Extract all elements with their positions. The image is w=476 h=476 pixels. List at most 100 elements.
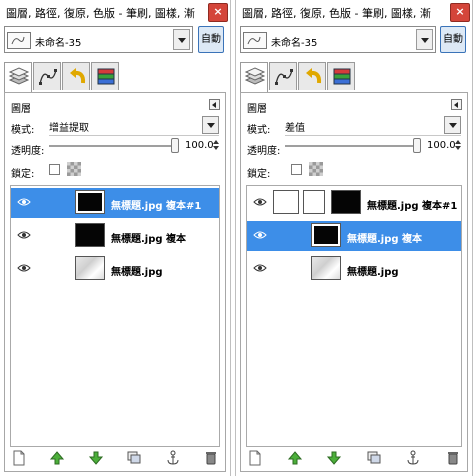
- title-bar[interactable]: 圖層, 路徑, 復原, 色版 - 筆刷, 圖樣, 漸 ×: [238, 2, 470, 22]
- channels-icon: [97, 68, 115, 85]
- layer-thumbnail[interactable]: [311, 256, 341, 280]
- opacity-slider-handle[interactable]: [171, 138, 179, 153]
- paths-icon: [39, 69, 57, 85]
- layers-panel: 圖層 模式: 差值 透明度: 100.0 鎖定: 無標題.jpg 複本#1 無標題…: [240, 92, 468, 472]
- mode-value: 增益提取: [49, 123, 89, 134]
- panel-title: 圖層: [247, 104, 267, 115]
- layer-thumbnail[interactable]: [331, 190, 361, 214]
- layer-thumbnail[interactable]: [75, 256, 105, 280]
- opacity-label: 透明度:: [247, 146, 281, 157]
- layer-thumbnail[interactable]: [75, 190, 105, 214]
- mode-select[interactable]: 增益提取: [49, 116, 219, 136]
- opacity-spin-button[interactable]: [455, 138, 461, 152]
- tab-layers[interactable]: [4, 62, 32, 92]
- opacity-slider[interactable]: [285, 138, 421, 153]
- undo-icon: [70, 68, 86, 84]
- panel-title: 圖層: [11, 104, 31, 115]
- duplicate-layer-icon[interactable]: [126, 450, 142, 466]
- new-layer-icon[interactable]: [11, 450, 27, 466]
- layer-name[interactable]: 無標題.jpg: [111, 263, 163, 278]
- tab-undo-history[interactable]: [62, 62, 90, 90]
- visibility-eye-icon[interactable]: [253, 230, 267, 240]
- opacity-value[interactable]: 100.0: [185, 140, 214, 151]
- layer-row[interactable]: 無標題.jpg: [247, 254, 461, 284]
- duplicate-layer-icon[interactable]: [366, 450, 382, 466]
- layer-name[interactable]: 無標題.jpg 複本#1: [367, 197, 457, 212]
- visibility-eye-icon[interactable]: [17, 263, 31, 273]
- visibility-eye-icon[interactable]: [253, 263, 267, 273]
- tab-channels[interactable]: [91, 62, 119, 90]
- image-dropdown-button[interactable]: [173, 29, 190, 50]
- layer-name[interactable]: 無標題.jpg 複本: [111, 230, 186, 245]
- layer-name[interactable]: 無標題.jpg 複本#1: [111, 197, 201, 212]
- layers-list: 無標題.jpg 複本#1 無標題.jpg 複本 無標題.jpg: [10, 185, 220, 447]
- lock-checkbox[interactable]: [291, 164, 302, 175]
- layers-list: 無標題.jpg 複本#1 無標題.jpg 複本 無標題.jpg: [246, 185, 462, 447]
- visibility-eye-icon[interactable]: [253, 197, 267, 207]
- mode-select[interactable]: 差值: [285, 116, 461, 136]
- tab-channels[interactable]: [327, 62, 355, 90]
- lower-layer-icon[interactable]: [88, 450, 104, 466]
- opacity-slider-handle[interactable]: [413, 138, 421, 153]
- raise-layer-icon[interactable]: [49, 450, 65, 466]
- layer-name[interactable]: 無標題.jpg: [347, 263, 399, 278]
- lock-alpha-icon[interactable]: [67, 162, 81, 176]
- layers-dialog-right: 圖層, 路徑, 復原, 色版 - 筆刷, 圖樣, 漸 × 未命名-35 自動 圖…: [235, 0, 473, 476]
- tab-layers[interactable]: [240, 62, 268, 92]
- layer-thumbnail[interactable]: [75, 223, 105, 247]
- opacity-slider[interactable]: [49, 138, 179, 153]
- close-button[interactable]: ×: [450, 3, 470, 22]
- channels-icon: [333, 68, 351, 85]
- layer-chain-icon[interactable]: [273, 190, 299, 214]
- visibility-eye-icon[interactable]: [17, 230, 31, 240]
- visibility-eye-icon[interactable]: [17, 197, 31, 207]
- tab-paths[interactable]: [33, 62, 61, 90]
- lock-label: 鎖定:: [247, 169, 271, 180]
- image-name: 未命名-35: [271, 38, 318, 49]
- layer-row[interactable]: 無標題.jpg 複本: [11, 221, 219, 251]
- layer-name[interactable]: 無標題.jpg 複本: [347, 230, 422, 245]
- lock-alpha-icon[interactable]: [309, 162, 323, 176]
- close-button[interactable]: ×: [208, 3, 228, 22]
- layer-actions-bar: [247, 450, 461, 468]
- layers-icon: [244, 67, 266, 85]
- new-layer-icon[interactable]: [247, 450, 263, 466]
- title-bar[interactable]: 圖層, 路徑, 復原, 色版 - 筆刷, 圖樣, 漸 ×: [2, 2, 228, 22]
- opacity-label: 透明度:: [11, 146, 45, 157]
- lower-layer-icon[interactable]: [326, 450, 342, 466]
- layer-thumbnail[interactable]: [311, 223, 341, 247]
- mode-label: 模式:: [11, 125, 35, 136]
- layers-icon: [8, 67, 30, 85]
- layer-row[interactable]: 無標題.jpg 複本: [247, 221, 461, 251]
- layer-row[interactable]: 無標題.jpg 複本#1: [11, 188, 219, 218]
- auto-button[interactable]: 自動: [198, 26, 224, 53]
- mode-label: 模式:: [247, 125, 271, 136]
- layer-row[interactable]: 無標題.jpg: [11, 254, 219, 284]
- delete-layer-icon[interactable]: [203, 450, 219, 466]
- panel-menu-button[interactable]: [209, 99, 220, 110]
- mode-dropdown-button[interactable]: [202, 116, 219, 134]
- anchor-layer-icon[interactable]: [405, 450, 421, 466]
- auto-button[interactable]: 自動: [440, 26, 466, 53]
- mode-dropdown-button[interactable]: [444, 116, 461, 134]
- tab-undo-history[interactable]: [298, 62, 326, 90]
- panel-menu-button[interactable]: [451, 99, 462, 110]
- image-thumbnail: [7, 32, 31, 49]
- anchor-layer-icon[interactable]: [165, 450, 181, 466]
- layer-row[interactable]: 無標題.jpg 複本#1: [247, 188, 461, 218]
- layer-mask-thumbnail[interactable]: [303, 190, 325, 214]
- delete-layer-icon[interactable]: [445, 450, 461, 466]
- image-dropdown-button[interactable]: [416, 29, 433, 50]
- layers-panel: 圖層 模式: 增益提取 透明度: 100.0 鎖定: 無標題.jpg 複本#1 無…: [4, 92, 226, 472]
- image-thumbnail: [243, 32, 267, 49]
- window-title: 圖層, 路徑, 復原, 色版 - 筆刷, 圖樣, 漸: [242, 7, 431, 20]
- raise-layer-icon[interactable]: [287, 450, 303, 466]
- lock-label: 鎖定:: [11, 169, 35, 180]
- layer-actions-bar: [11, 450, 219, 468]
- image-selector[interactable]: 未命名-35: [240, 26, 436, 53]
- image-selector[interactable]: 未命名-35: [4, 26, 193, 53]
- tab-paths[interactable]: [269, 62, 297, 90]
- opacity-value[interactable]: 100.0: [427, 140, 456, 151]
- opacity-spin-button[interactable]: [213, 138, 219, 152]
- lock-checkbox[interactable]: [49, 164, 60, 175]
